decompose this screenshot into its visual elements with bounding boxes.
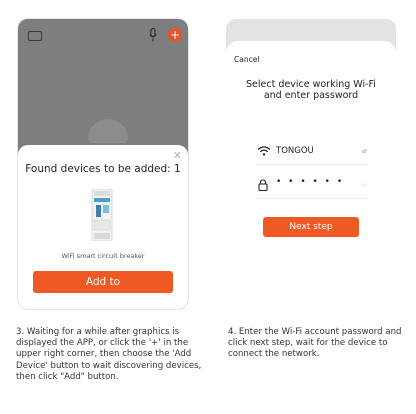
mic-icon[interactable] bbox=[149, 28, 157, 42]
wifi-name-field[interactable]: TONGOU ⇄ bbox=[257, 144, 367, 165]
add-to-button[interactable]: Add to bbox=[33, 271, 173, 293]
panel-title-line2: and enter password bbox=[263, 90, 359, 101]
found-devices-sheet: ✕ Found devices to be added: 1 WiFi smar… bbox=[18, 145, 188, 309]
password-value: • • • • • • bbox=[276, 177, 345, 187]
list-icon[interactable] bbox=[28, 31, 42, 41]
lock-icon bbox=[258, 179, 268, 191]
left-phone-screen: + ✕ Found devices to be added: 1 WiFi sm… bbox=[18, 19, 188, 309]
circuit-breaker-image bbox=[91, 189, 113, 241]
close-icon[interactable]: ✕ bbox=[173, 150, 182, 161]
cancel-button[interactable]: Cancel bbox=[234, 55, 259, 64]
swap-icon[interactable]: ⇄ bbox=[362, 148, 367, 155]
top-bar: + bbox=[18, 19, 188, 53]
panel-title: Select device working Wi-Fi and enter pa… bbox=[226, 79, 396, 101]
password-field[interactable]: • • • • • • ◡ bbox=[257, 177, 367, 199]
wifi-icon bbox=[257, 146, 271, 156]
panel-title-line1: Select device working Wi-Fi bbox=[246, 79, 376, 90]
device-name: WiFi smart circuit breaker bbox=[61, 252, 145, 260]
plus-icon[interactable]: + bbox=[168, 28, 182, 42]
step4-caption: 4. Enter the Wi-Fi account password and … bbox=[228, 327, 402, 360]
background-device-graphic bbox=[88, 119, 128, 143]
wifi-setup-panel: Cancel Select device working Wi-Fi and e… bbox=[226, 41, 396, 309]
wifi-name-value: TONGOU bbox=[276, 146, 314, 156]
next-step-button[interactable]: Next step bbox=[263, 217, 359, 237]
eye-icon[interactable]: ◡ bbox=[361, 179, 367, 187]
step3-caption: 3. Waiting for a while after graphics is… bbox=[16, 327, 202, 382]
right-phone-screen: Cancel Select device working Wi-Fi and e… bbox=[226, 19, 396, 309]
sheet-title: Found devices to be added: 1 bbox=[25, 163, 181, 175]
